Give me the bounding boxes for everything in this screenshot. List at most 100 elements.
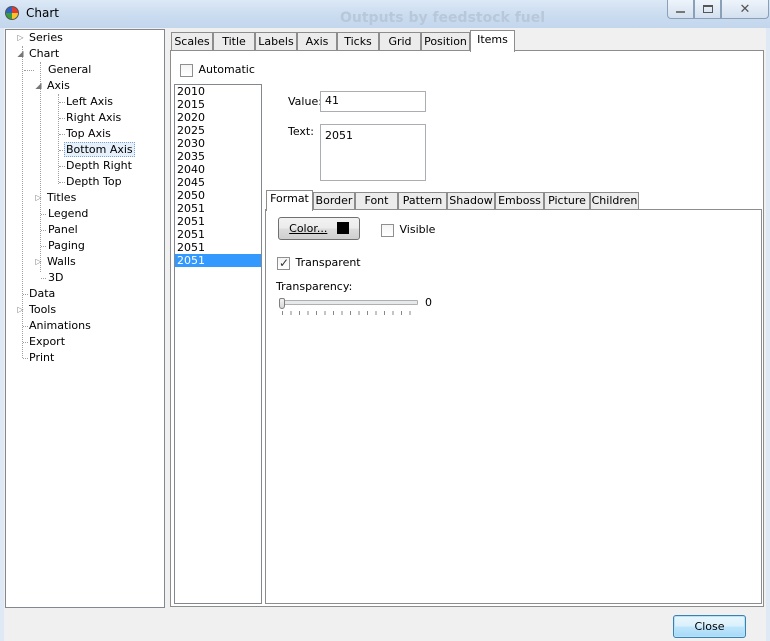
- close-icon: ✕: [739, 1, 751, 17]
- automatic-checkbox[interactable]: Automatic: [180, 62, 255, 78]
- tree-item-paging[interactable]: Paging: [46, 238, 87, 254]
- tab-grid[interactable]: Grid: [379, 32, 421, 51]
- transparency-label: Transparency:: [276, 280, 353, 293]
- tree-item-depth-right[interactable]: Depth Right: [64, 158, 134, 174]
- restore-icon: [702, 5, 713, 13]
- tree-item-left-axis[interactable]: Left Axis: [64, 94, 115, 110]
- transparency-slider-thumb[interactable]: [279, 298, 285, 309]
- expand-arrow-icon[interactable]: ▷: [34, 257, 43, 266]
- tree-item-depth-top[interactable]: Depth Top: [64, 174, 124, 190]
- tab-emboss[interactable]: Emboss: [495, 192, 544, 210]
- items-list[interactable]: 2010 2015 2020 2025 2030 2035 2040 2045 …: [174, 84, 262, 604]
- tree-item-label: Tools: [29, 303, 57, 316]
- tab-items[interactable]: Items: [470, 30, 515, 52]
- visible-check-box[interactable]: [381, 223, 394, 237]
- editor-tree[interactable]: ▷ Series ◢ Chart General ◢ Axis Left Axi…: [5, 29, 165, 608]
- window-title: Chart: [26, 6, 59, 20]
- automatic-check-box[interactable]: [180, 63, 193, 77]
- tree-line: [58, 94, 59, 184]
- tab-border[interactable]: Border: [313, 192, 355, 210]
- collapse-arrow-icon[interactable]: ◢: [16, 49, 25, 58]
- title-bar: Chart Outputs by feedstock fuel ✕: [0, 0, 770, 28]
- minimize-icon: [676, 11, 685, 13]
- color-swatch: [336, 222, 349, 234]
- close-window-button[interactable]: ✕: [721, 0, 769, 19]
- collapse-arrow-icon[interactable]: ◢: [34, 81, 43, 90]
- tree-item-label: Animations: [29, 319, 91, 332]
- tree-item-general[interactable]: General: [46, 62, 93, 78]
- tree-item-panel[interactable]: Panel: [46, 222, 80, 238]
- list-item[interactable]: 2045: [175, 176, 261, 189]
- text-input[interactable]: 2051: [320, 124, 426, 181]
- tree-item-top-axis[interactable]: Top Axis: [64, 126, 113, 142]
- list-item[interactable]: 2051: [175, 215, 261, 228]
- list-item[interactable]: 2051: [175, 202, 261, 215]
- list-item-selected[interactable]: 2051: [175, 254, 261, 267]
- transparent-label: Transparent: [295, 256, 361, 269]
- list-item[interactable]: 2020: [175, 111, 261, 124]
- tab-labels[interactable]: Labels: [255, 32, 297, 51]
- tree-item-label: Chart: [29, 47, 60, 60]
- tree-item-axis[interactable]: ◢ Axis: [34, 78, 72, 94]
- tree-item-label: Depth Top: [66, 175, 122, 188]
- list-item[interactable]: 2035: [175, 150, 261, 163]
- tree-item-right-axis[interactable]: Right Axis: [64, 110, 123, 126]
- tab-font[interactable]: Font: [355, 192, 398, 210]
- list-item[interactable]: 2030: [175, 137, 261, 150]
- transparency-slider-ticks: [282, 311, 418, 315]
- tab-pattern[interactable]: Pattern: [398, 192, 447, 210]
- list-item[interactable]: 2015: [175, 98, 261, 111]
- tree-item-label: 3D: [48, 271, 64, 284]
- list-item[interactable]: 2051: [175, 241, 261, 254]
- background-window-text: Outputs by feedstock fuel: [340, 10, 546, 26]
- transparent-checkbox[interactable]: Transparent: [277, 255, 361, 271]
- tree-item-label: Bottom Axis: [64, 142, 135, 157]
- list-item[interactable]: 2051: [175, 228, 261, 241]
- value-input[interactable]: 41: [320, 91, 426, 112]
- tree-item-label: General: [48, 63, 92, 76]
- tree-item-label: Axis: [47, 79, 70, 92]
- transparent-check-box[interactable]: [277, 255, 290, 271]
- tab-ticks[interactable]: Ticks: [337, 32, 379, 51]
- tree-item-data[interactable]: Data: [27, 286, 57, 302]
- tree-item-label: Panel: [48, 223, 78, 236]
- tab-axis[interactable]: Axis: [297, 32, 337, 51]
- tab-children[interactable]: Children: [590, 192, 639, 210]
- list-item[interactable]: 2050: [175, 189, 261, 202]
- expand-arrow-icon[interactable]: ▷: [34, 193, 43, 202]
- color-button[interactable]: Color...: [278, 217, 360, 240]
- restore-button[interactable]: [694, 0, 721, 19]
- tree-item-export[interactable]: Export: [27, 334, 67, 350]
- tree-item-label: Legend: [48, 207, 89, 220]
- tab-shadow[interactable]: Shadow: [447, 192, 495, 210]
- color-button-label: Color...: [289, 222, 328, 235]
- tree-item-print[interactable]: Print: [27, 350, 56, 366]
- tree-item-label: Top Axis: [66, 127, 111, 140]
- value-label: Value:: [288, 95, 322, 108]
- list-item[interactable]: 2040: [175, 163, 261, 176]
- automatic-label: Automatic: [198, 63, 255, 76]
- transparency-slider-track[interactable]: [281, 300, 418, 305]
- tab-position[interactable]: Position: [421, 32, 470, 51]
- tree-item-tools[interactable]: ▷ Tools: [16, 302, 58, 318]
- tree-item-series[interactable]: ▷ Series: [16, 30, 65, 46]
- close-button[interactable]: Close: [673, 615, 746, 638]
- tree-item-titles[interactable]: ▷ Titles: [34, 190, 78, 206]
- tree-item-3d[interactable]: 3D: [46, 270, 65, 286]
- visible-checkbox[interactable]: Visible: [381, 222, 435, 238]
- list-item[interactable]: 2010: [175, 85, 261, 98]
- tree-item-walls[interactable]: ▷ Walls: [34, 254, 78, 270]
- tab-scales[interactable]: Scales: [171, 32, 213, 51]
- tab-picture[interactable]: Picture: [544, 192, 590, 210]
- tab-title[interactable]: Title: [213, 32, 255, 51]
- tree-item-legend[interactable]: Legend: [46, 206, 90, 222]
- tree-item-label: Depth Right: [66, 159, 132, 172]
- tree-item-animations[interactable]: Animations: [27, 318, 93, 334]
- expand-arrow-icon[interactable]: ▷: [16, 305, 25, 314]
- minimize-button[interactable]: [667, 0, 694, 19]
- tab-format[interactable]: Format: [266, 190, 313, 211]
- expand-arrow-icon[interactable]: ▷: [16, 33, 25, 42]
- list-item[interactable]: 2025: [175, 124, 261, 137]
- tree-item-chart[interactable]: ◢ Chart: [16, 46, 61, 62]
- tree-item-bottom-axis[interactable]: Bottom Axis: [64, 142, 135, 158]
